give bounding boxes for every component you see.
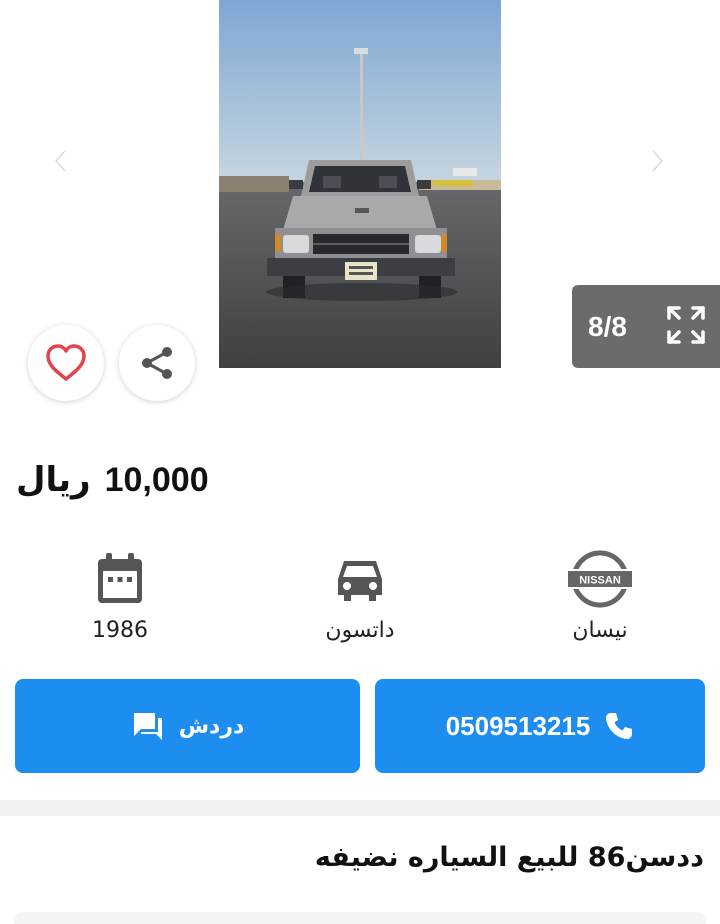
expand-icon bbox=[667, 306, 705, 344]
price: 10,000 ريال bbox=[16, 452, 209, 508]
details-section-top bbox=[14, 912, 706, 924]
car-photo[interactable] bbox=[219, 0, 501, 368]
heart-icon bbox=[46, 344, 86, 381]
nissan-logo-text: NISSAN bbox=[579, 575, 621, 587]
chat-button-label: دردش bbox=[178, 713, 245, 739]
calendar-icon bbox=[98, 553, 142, 603]
call-button[interactable]: 0509513215 bbox=[375, 679, 705, 773]
nissan-logo: NISSAN bbox=[566, 550, 634, 608]
price-currency: ريال bbox=[16, 460, 91, 500]
share-button[interactable] bbox=[119, 325, 195, 401]
spec-make: NISSAN نيسان bbox=[520, 548, 680, 658]
spec-year: 1986 bbox=[40, 548, 200, 658]
chat-icon bbox=[133, 713, 162, 740]
price-amount: 10,000 bbox=[104, 460, 209, 499]
chevron-left-icon bbox=[53, 148, 68, 174]
chevron-right-icon bbox=[650, 148, 665, 174]
car-icon bbox=[338, 561, 382, 601]
previous-photo-button[interactable] bbox=[43, 143, 79, 179]
spec-model-label: داتسون bbox=[325, 618, 395, 643]
chat-button[interactable]: دردش bbox=[15, 679, 360, 773]
spec-year-label: 1986 bbox=[92, 618, 148, 643]
photo-counter-button[interactable]: 8/8 bbox=[572, 285, 720, 368]
photo-counter: 8/8 bbox=[588, 310, 627, 342]
listing-title: ددسن86 للبيع السياره نضيفه bbox=[314, 842, 704, 873]
phone-icon bbox=[606, 713, 633, 739]
next-photo-button[interactable] bbox=[639, 143, 675, 179]
section-divider bbox=[0, 800, 720, 816]
spec-model: داتسون bbox=[280, 548, 440, 658]
spec-make-label: نيسان bbox=[572, 618, 628, 643]
photo-gallery: 8/8 bbox=[0, 0, 720, 430]
favorite-button[interactable] bbox=[28, 325, 104, 401]
call-button-label: 0509513215 bbox=[445, 710, 591, 741]
share-icon bbox=[142, 347, 172, 379]
